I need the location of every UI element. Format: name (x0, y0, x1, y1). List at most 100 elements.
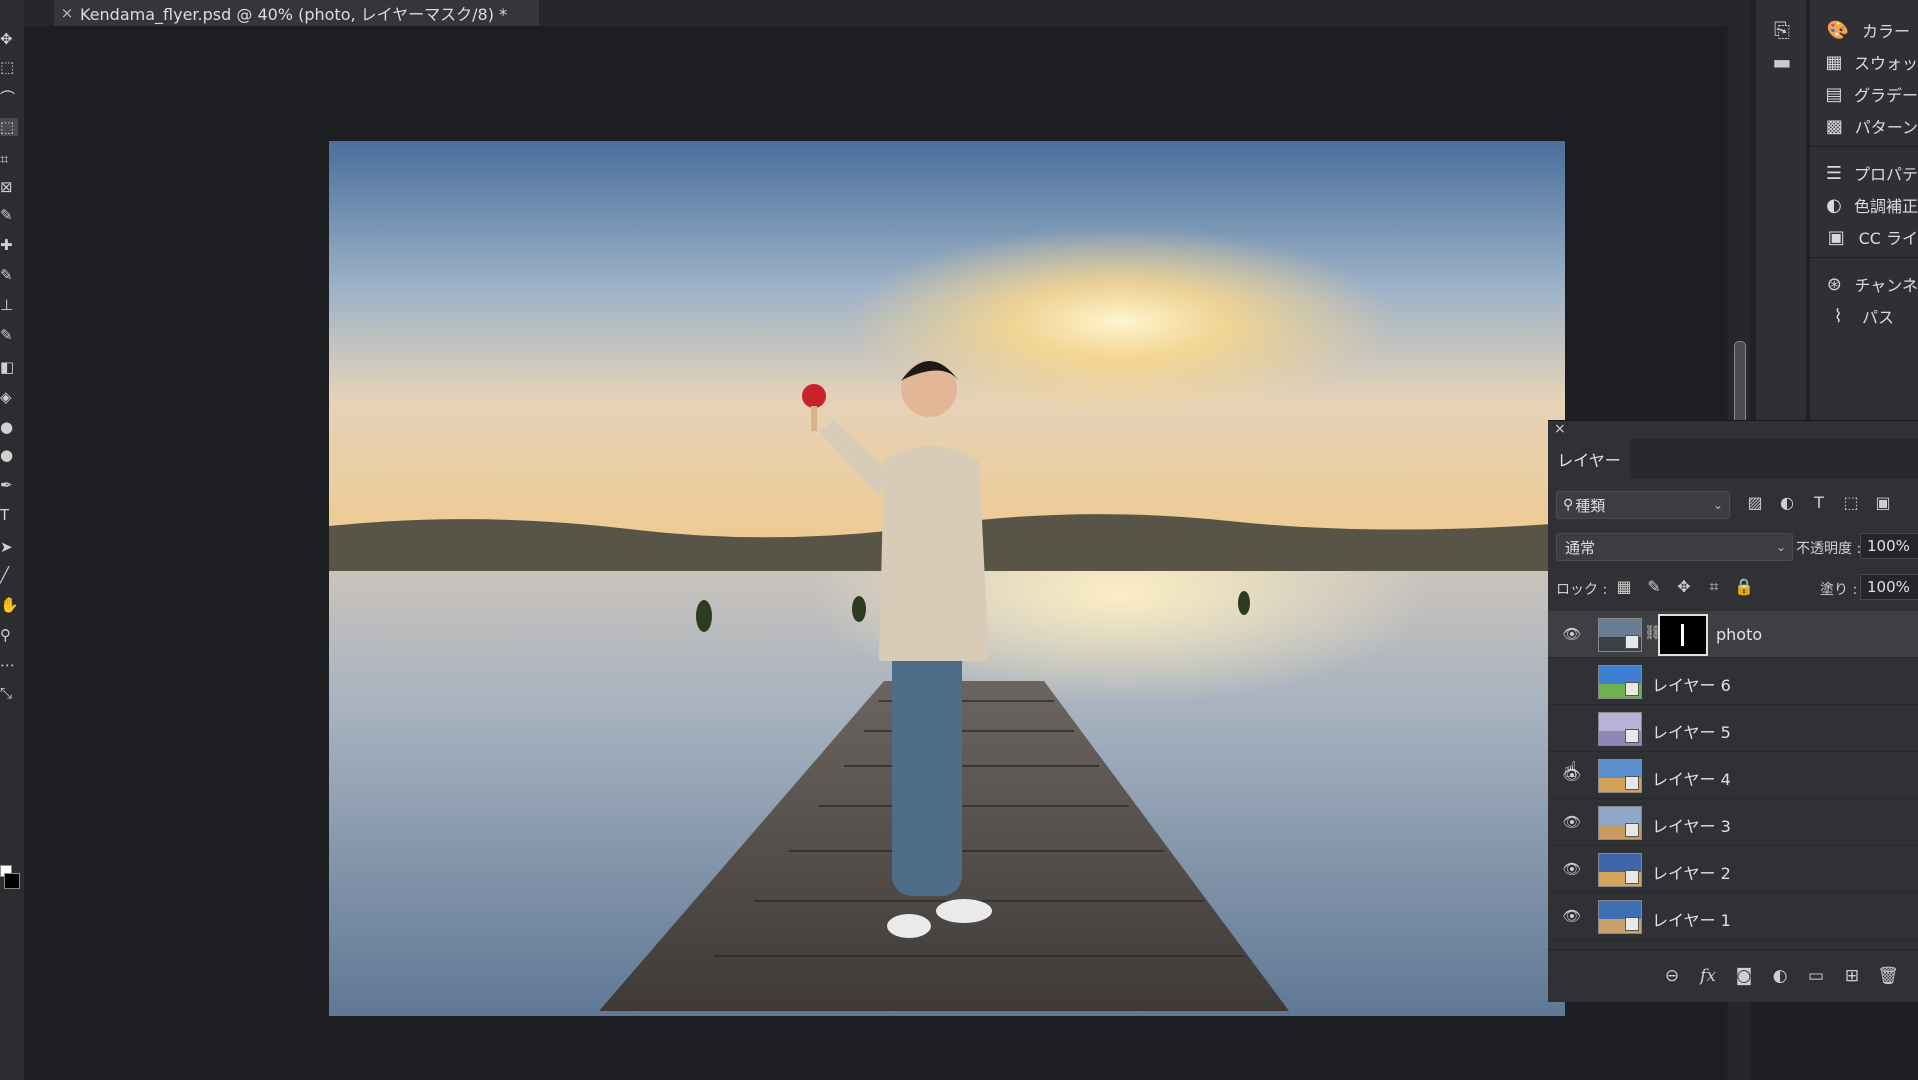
adjustment-filter-icon[interactable]: ◐ (1776, 493, 1798, 515)
visibility-toggle[interactable] (1562, 719, 1582, 737)
link-layers-icon[interactable]: ⊖ (1660, 966, 1684, 988)
layer-kind-filter-dropdown[interactable]: ⚲ 種類 ⌄ (1556, 491, 1730, 519)
zoom-tool-icon[interactable]: ⚲ (0, 626, 18, 644)
opacity-field[interactable]: 100% (1860, 533, 1918, 559)
crop-tool-icon[interactable]: ⌗ (0, 150, 18, 168)
eye-visibility-icon[interactable]: 👁 (1562, 860, 1582, 878)
panel-item-paths[interactable]: ⌇ パス (1810, 300, 1918, 332)
gradients-icon: ▤ (1825, 83, 1843, 105)
panel-item-cc-libraries[interactable]: ▣ CC ライ (1810, 221, 1918, 253)
cc-libraries-icon: ▣ (1827, 226, 1845, 248)
panel-item-label: パターン (1854, 118, 1918, 137)
swatches-icon: ▦ (1825, 51, 1843, 73)
add-mask-icon[interactable]: ◙ (1732, 966, 1756, 988)
lasso-tool-icon[interactable]: ⌒ (0, 88, 18, 107)
frame-tool-icon[interactable]: ⊠ (0, 178, 18, 196)
fill-field[interactable]: 100% (1860, 574, 1918, 600)
layer-row[interactable]: レイヤー 6 (1548, 658, 1918, 705)
layer-row[interactable]: 👁 レイヤー 3 (1548, 799, 1918, 846)
eye-visibility-icon[interactable]: 👁 (1562, 907, 1582, 925)
pixel-filter-icon[interactable]: ▨ (1744, 493, 1766, 515)
layer-row[interactable]: 👁 レイヤー 4 (1548, 752, 1918, 799)
gradient-tool-icon[interactable]: ◈ (0, 388, 18, 406)
layer-row[interactable]: 👁 レイヤー 2 (1548, 846, 1918, 893)
panel-item-label: チャンネ (1854, 276, 1918, 295)
layer-name[interactable]: レイヤー 1 (1652, 907, 1731, 931)
marquee-tool-icon[interactable]: ⬚ (0, 58, 18, 76)
layer-name[interactable]: レイヤー 4 (1652, 766, 1731, 790)
layer-name[interactable]: レイヤー 2 (1652, 860, 1731, 884)
lock-all-icon[interactable]: 🔒 (1734, 577, 1754, 597)
delete-layer-trash-icon[interactable]: 🗑 (1876, 966, 1900, 988)
layer-mask-thumbnail[interactable] (1658, 614, 1708, 656)
lock-artboard-icon[interactable]: ⌗ (1704, 577, 1724, 597)
layer-name[interactable]: レイヤー 5 (1652, 719, 1731, 743)
panel-item-label: プロパテ (1853, 165, 1918, 184)
panel-item-label: カラー (1862, 22, 1911, 41)
layer-name[interactable]: photo (1716, 625, 1762, 644)
eye-visibility-icon[interactable]: 👁 (1562, 813, 1582, 831)
history-brush-tool-icon[interactable]: ✎ (0, 326, 18, 344)
panel-item-patterns[interactable]: ▩ パターン (1810, 110, 1918, 142)
layers-panel-tabbar: レイヤー (1548, 439, 1918, 479)
channels-icon: ⊛ (1826, 273, 1842, 295)
blur-tool-icon[interactable]: ● (0, 418, 18, 436)
layer-row[interactable]: 👁 レイヤー 1 (1548, 893, 1918, 940)
document-canvas[interactable] (329, 141, 1565, 1016)
panel-item-label: CC ライ (1858, 229, 1918, 248)
adjustments-icon: ◐ (1826, 194, 1842, 216)
close-tab-icon[interactable]: × (54, 4, 80, 22)
layer-name[interactable]: レイヤー 6 (1652, 672, 1731, 696)
panel-item-color[interactable]: 🎨 カラー (1810, 14, 1918, 46)
smart-object-filter-icon[interactable]: ▣ (1872, 493, 1894, 515)
brush-tool-icon[interactable]: ✎ (0, 266, 18, 284)
lock-image-icon[interactable]: ✎ (1644, 577, 1664, 597)
tools-panel: ✥ ⬚ ⌒ ⬚ ⌗ ⊠ ✎ ✚ ✎ ⊥ ✎ ◧ ◈ ● ● ✒ T ➤ ╱ ✋ ⚲ ⋯ ⤡ (0, 0, 25, 1080)
line-tool-icon[interactable]: ╱ (0, 566, 18, 584)
canvas-workspace[interactable] (24, 26, 1724, 1080)
eyedropper-tool-icon[interactable]: ✎ (0, 206, 18, 224)
chevron-down-icon: ⌄ (1775, 540, 1786, 554)
new-layer-icon[interactable]: ⊞ (1840, 966, 1864, 988)
background-color-swatch[interactable] (4, 873, 20, 889)
hand-tool-icon[interactable]: ✋ (0, 596, 18, 614)
lock-position-icon[interactable]: ✥ (1674, 577, 1694, 597)
tab-layers[interactable]: レイヤー (1548, 439, 1630, 479)
path-selection-tool-icon[interactable]: ➤ (0, 538, 18, 556)
panel-item-channels[interactable]: ⊛ チャンネ (1810, 268, 1918, 300)
panel-item-properties[interactable]: ☰ プロパテ (1810, 157, 1918, 189)
panel-item-adjustments[interactable]: ◐ 色調補正 (1810, 189, 1918, 221)
new-group-folder-icon[interactable]: ▭ (1804, 966, 1828, 988)
move-tool-icon[interactable]: ✥ (0, 30, 18, 48)
eraser-tool-icon[interactable]: ◧ (0, 358, 18, 376)
layer-row[interactable]: レイヤー 5 (1548, 705, 1918, 752)
blend-mode-dropdown[interactable]: 通常 ⌄ (1556, 533, 1793, 561)
swap-colors-icon[interactable]: ⤡ (0, 684, 18, 702)
layer-thumbnail (1598, 806, 1642, 840)
object-selection-tool-icon[interactable]: ⬚ (0, 118, 18, 136)
lock-transparent-icon[interactable]: ▦ (1614, 577, 1634, 597)
opacity-label: 不透明度 : (1796, 541, 1862, 557)
color-icon: 🎨 (1826, 19, 1850, 41)
close-panel-icon[interactable]: × (1554, 421, 1566, 437)
layer-style-fx-icon[interactable]: fx (1696, 966, 1720, 988)
history-icon[interactable]: ⎘ (1770, 18, 1794, 42)
dodge-tool-icon[interactable]: ● (0, 446, 18, 464)
panel-item-gradients[interactable]: ▤ グラデー (1810, 78, 1918, 110)
panel-item-swatches[interactable]: ▦ スウォッ (1810, 46, 1918, 78)
layer-name[interactable]: レイヤー 3 (1652, 813, 1731, 837)
type-filter-icon[interactable]: T (1808, 493, 1830, 515)
document-tab[interactable]: × Kendama_flyer.psd @ 40% (photo, レイヤーマス… (54, 0, 539, 26)
new-adjustment-layer-icon[interactable]: ◐ (1768, 966, 1792, 988)
type-tool-icon[interactable]: T (0, 506, 18, 524)
visibility-toggle[interactable] (1562, 672, 1582, 690)
healing-brush-tool-icon[interactable]: ✚ (0, 236, 18, 254)
eye-visibility-icon[interactable]: 👁 (1562, 625, 1582, 643)
comments-icon[interactable]: ▬ (1770, 50, 1794, 74)
layer-row[interactable]: 👁 ⛓ photo (1548, 611, 1918, 658)
pen-tool-icon[interactable]: ✒ (0, 476, 18, 494)
more-tools-icon[interactable]: ⋯ (0, 656, 18, 674)
panel-item-label: グラデー (1853, 86, 1918, 105)
clone-stamp-tool-icon[interactable]: ⊥ (0, 296, 18, 314)
shape-filter-icon[interactable]: ⬚ (1840, 493, 1862, 515)
